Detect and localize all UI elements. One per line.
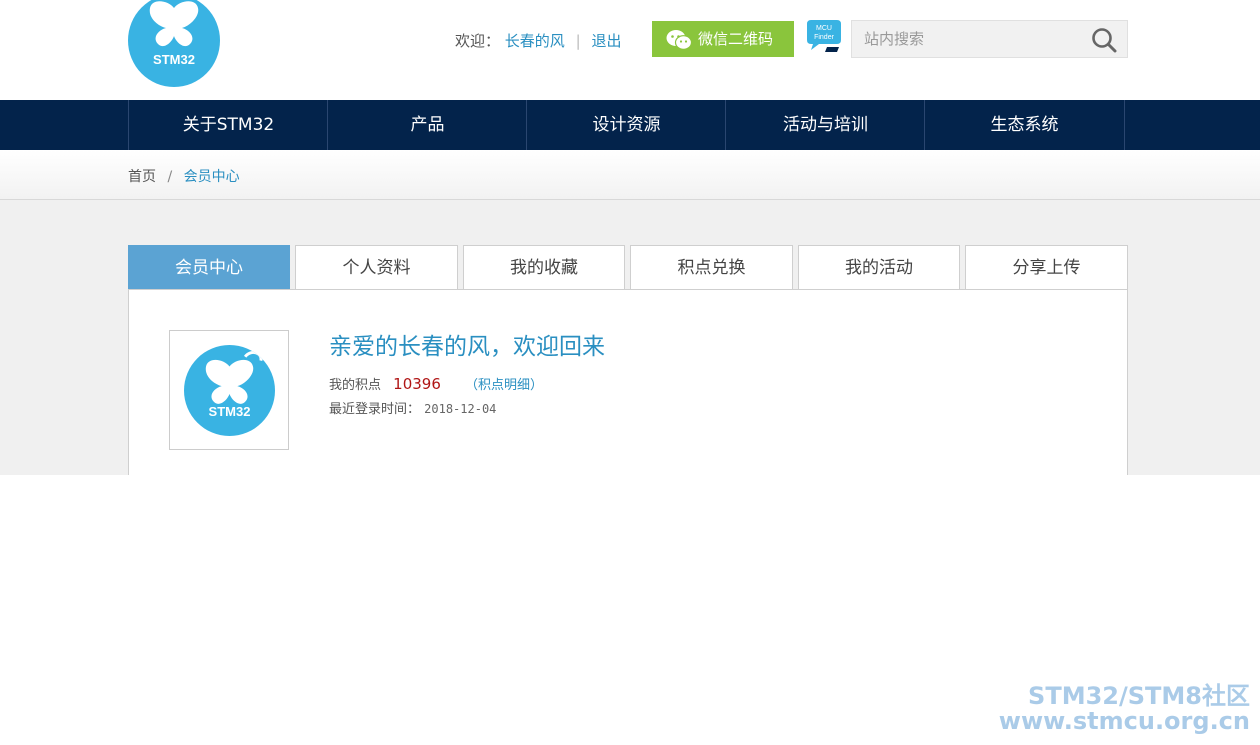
welcome-greeting: 亲爱的长春的风，欢迎回来 [329,334,605,360]
wechat-button-label: 微信二维码 [698,30,774,48]
mcu-finder-line1: MCU [816,25,832,32]
logout-link[interactable]: 退出 [591,32,621,50]
avatar-logo: STM32 [184,345,275,436]
nav-item-ecosystem[interactable]: 生态系统 [924,100,1125,150]
wechat-qr-button[interactable]: 微信二维码 [652,21,794,57]
breadcrumb: 首页 / 会员中心 [128,166,240,186]
points-detail-link[interactable]: （积点明细） [465,378,543,393]
main-nav: 关于STM32 产品 设计资源 活动与培训 生态系统 [0,100,1260,150]
search-box [851,20,1128,58]
nav-item-products[interactable]: 产品 [327,100,527,150]
search-input[interactable] [852,21,1082,57]
breadcrumb-current[interactable]: 会员中心 [184,169,240,185]
username-link[interactable]: 长春的风 [505,32,565,50]
watermark-line2: www.stmcu.org.cn [998,707,1250,736]
points-label: 我的积点 [329,378,382,393]
site-header: STM32 欢迎： 长春的风 | 退出 微信二维码 MCU Finder [0,0,1260,100]
breadcrumb-home[interactable]: 首页 [128,169,156,185]
breadcrumb-bar: 首页 / 会员中心 [0,150,1260,200]
logo-text: STM32 [153,52,195,67]
butterfly-icon [205,351,263,404]
tab-favorites[interactable]: 我的收藏 [463,245,625,289]
last-login-date: 2018-12-04 [424,402,497,416]
tab-points-exchange[interactable]: 积点兑换 [630,245,793,289]
wechat-icon [666,30,692,50]
mcu-finder-line2: Finder [814,34,835,41]
tab-profile[interactable]: 个人资料 [295,245,458,289]
tab-share-upload[interactable]: 分享上传 [965,245,1128,289]
avatar[interactable]: STM32 [169,330,289,450]
divider: | [575,32,581,50]
watermark-line1: STM32/STM8社区 [1028,682,1250,710]
nav-item-about[interactable]: 关于STM32 [128,100,328,150]
welcome-area: 欢迎： 长春的风 | 退出 [455,30,621,51]
breadcrumb-separator: / [167,169,173,185]
nav-item-events-training[interactable]: 活动与培训 [725,100,925,150]
last-login-label: 最近登录时间： [329,402,421,417]
welcome-label: 欢迎： [455,32,501,50]
tab-my-activities[interactable]: 我的活动 [798,245,960,289]
tab-member-center[interactable]: 会员中心 [128,245,290,289]
points-value: 10396 [393,375,441,393]
nav-item-design-resources[interactable]: 设计资源 [526,100,726,150]
search-icon[interactable] [1091,27,1117,53]
site-watermark: STM32/STM8社区 www.stmcu.org.cn [998,682,1250,736]
avatar-logo-text: STM32 [208,404,251,419]
points-row: 我的积点 10396 （积点明细） [329,374,543,393]
mcu-finder-icon[interactable]: MCU Finder [805,20,843,54]
stm32-logo[interactable]: STM32 [128,0,220,87]
last-login-row: 最近登录时间： 2018-12-04 [329,398,496,417]
butterfly-icon [149,0,208,47]
